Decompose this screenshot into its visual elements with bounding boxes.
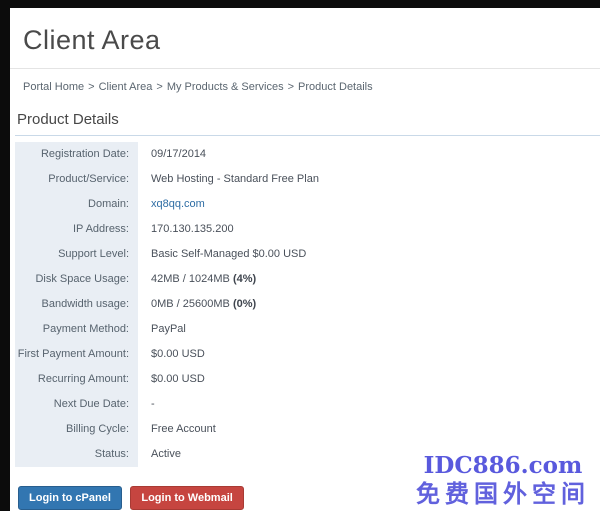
detail-value: Basic Self-Managed $0.00 USD <box>138 242 306 267</box>
detail-value: 09/17/2014 <box>138 142 206 167</box>
detail-row: Recurring Amount: $0.00 USD <box>15 367 600 392</box>
detail-label: Domain: <box>15 192 138 217</box>
detail-row: Next Due Date: - <box>15 392 600 417</box>
detail-row: Product/Service: Web Hosting - Standard … <box>15 167 600 192</box>
detail-value: 170.130.135.200 <box>138 217 234 242</box>
page-title: Client Area <box>23 25 600 56</box>
detail-value: 42MB / 1024MB (4%) <box>138 267 256 292</box>
detail-value: Active <box>138 442 181 467</box>
domain-link[interactable]: xq8qq.com <box>151 198 205 210</box>
watermark-chinese-text: 免费国外空间 <box>416 481 590 507</box>
detail-row: IP Address: 170.130.135.200 <box>15 217 600 242</box>
detail-label: IP Address: <box>15 217 138 242</box>
usage-percent: (4%) <box>233 273 256 285</box>
detail-row: Billing Cycle: Free Account <box>15 417 600 442</box>
detail-label: Payment Method: <box>15 317 138 342</box>
breadcrumb-item[interactable]: Client Area <box>99 81 153 93</box>
detail-value: $0.00 USD <box>138 367 205 392</box>
detail-value: Web Hosting - Standard Free Plan <box>138 167 319 192</box>
detail-label: Product/Service: <box>15 167 138 192</box>
breadcrumb-separator: > <box>88 81 94 93</box>
breadcrumb-item[interactable]: My Products & Services <box>167 81 284 93</box>
detail-label: Billing Cycle: <box>15 417 138 442</box>
breadcrumb-item[interactable]: Portal Home <box>23 81 84 93</box>
product-details-table: Registration Date: 09/17/2014 Product/Se… <box>15 142 600 467</box>
breadcrumb-separator: > <box>288 81 294 93</box>
detail-value: 0MB / 25600MB (0%) <box>138 292 256 317</box>
login-to-cpanel-button[interactable]: Login to cPanel <box>18 486 122 510</box>
header-divider <box>10 68 600 69</box>
detail-value: PayPal <box>138 317 186 342</box>
client-area-page: Client Area Portal Home>Client Area>My P… <box>0 0 600 511</box>
detail-label: Recurring Amount: <box>15 367 138 392</box>
detail-label: Disk Space Usage: <box>15 267 138 292</box>
breadcrumb-item: Product Details <box>298 81 373 93</box>
breadcrumb: Portal Home>Client Area>My Products & Se… <box>23 81 600 93</box>
login-to-webmail-button[interactable]: Login to Webmail <box>130 486 243 510</box>
section-title: Product Details <box>15 111 600 136</box>
detail-value: $0.00 USD <box>138 342 205 367</box>
detail-value: Free Account <box>138 417 216 442</box>
breadcrumb-separator: > <box>156 81 162 93</box>
detail-row: Domain: xq8qq.com <box>15 192 600 217</box>
detail-row: Support Level: Basic Self-Managed $0.00 … <box>15 242 600 267</box>
watermark: IDC886.com 免费国外空间 <box>416 453 590 507</box>
detail-label: Support Level: <box>15 242 138 267</box>
detail-label: First Payment Amount: <box>15 342 138 367</box>
usage-percent: (0%) <box>233 298 256 310</box>
detail-value: xq8qq.com <box>138 192 205 217</box>
detail-label: Registration Date: <box>15 142 138 167</box>
detail-value: - <box>138 392 155 417</box>
detail-row: First Payment Amount: $0.00 USD <box>15 342 600 367</box>
left-black-bar <box>0 0 10 511</box>
detail-row: Registration Date: 09/17/2014 <box>15 142 600 167</box>
main-content: Client Area Portal Home>Client Area>My P… <box>10 8 600 510</box>
detail-row: Disk Space Usage: 42MB / 1024MB (4%) <box>15 267 600 292</box>
detail-row: Payment Method: PayPal <box>15 317 600 342</box>
watermark-domain-text: IDC886.com <box>416 453 590 478</box>
detail-label: Status: <box>15 442 138 467</box>
top-black-bar <box>0 0 600 8</box>
detail-row: Bandwidth usage: 0MB / 25600MB (0%) <box>15 292 600 317</box>
detail-label: Bandwidth usage: <box>15 292 138 317</box>
detail-label: Next Due Date: <box>15 392 138 417</box>
